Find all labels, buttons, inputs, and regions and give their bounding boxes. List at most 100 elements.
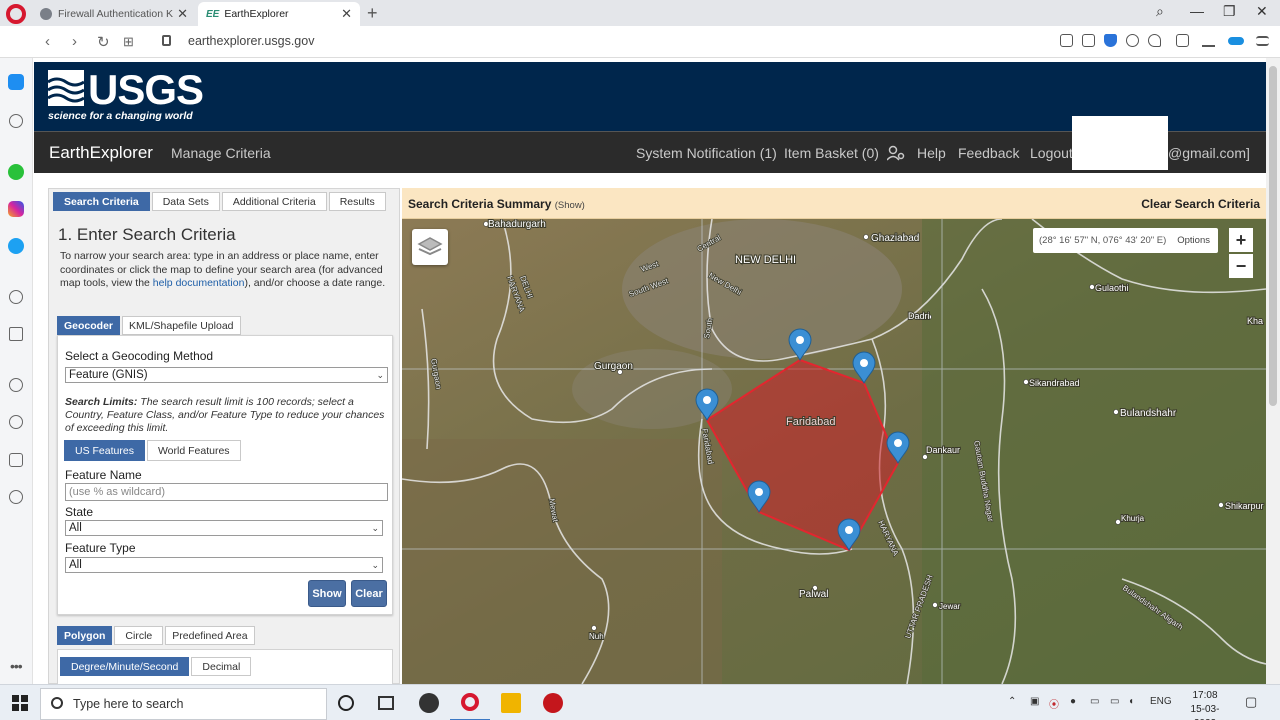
settings-gear-icon[interactable]: [9, 490, 23, 504]
heart-icon[interactable]: [1148, 34, 1161, 47]
battery-saver-icon[interactable]: [1228, 37, 1244, 45]
satellite-map[interactable]: Ghaziabad Bahadurgarh NEW DELHI Gulaothi…: [402, 219, 1266, 684]
tab-predefined-area[interactable]: Predefined Area: [165, 626, 255, 645]
player-icon[interactable]: [9, 290, 23, 304]
forward-icon[interactable]: ›: [72, 33, 77, 50]
app-icon[interactable]: [543, 693, 563, 713]
usgs-logo-text[interactable]: USGS: [88, 66, 204, 114]
edit-icon[interactable]: [1060, 34, 1073, 47]
logout-link[interactable]: Logout: [1030, 145, 1073, 161]
feature-name-input[interactable]: (use % as wildcard): [65, 483, 388, 501]
tab-data-sets[interactable]: Data Sets: [151, 192, 220, 211]
web-page: USGS science for a changing world EarthE…: [34, 58, 1266, 684]
map-canvas[interactable]: Ghaziabad Bahadurgarh NEW DELHI Gulaothi…: [402, 219, 1266, 684]
shield-icon[interactable]: [1104, 34, 1117, 47]
download-icon[interactable]: [1202, 34, 1215, 47]
feedback-link[interactable]: Feedback: [958, 145, 1019, 161]
browser-tab-earthexplorer[interactable]: EE EarthExplorer ✕: [198, 2, 360, 26]
send-icon[interactable]: [1126, 34, 1139, 47]
file-explorer-icon[interactable]: [501, 693, 521, 713]
help-link[interactable]: Help: [917, 145, 946, 161]
whatsapp-icon[interactable]: [8, 164, 24, 180]
close-tab-icon[interactable]: ✕: [177, 6, 188, 22]
zoom-in-button[interactable]: +: [1229, 228, 1253, 252]
show-button[interactable]: Show: [308, 580, 346, 607]
system-notification-link[interactable]: System Notification (1): [636, 145, 777, 161]
close-window-icon[interactable]: ✕: [1256, 3, 1268, 20]
page-scrollbar[interactable]: [1266, 58, 1280, 684]
tab-us-features[interactable]: US Features: [64, 440, 145, 461]
tab-search-criteria[interactable]: Search Criteria: [53, 192, 150, 211]
tab-results[interactable]: Results: [328, 192, 386, 211]
state-select[interactable]: All ⌄: [65, 520, 383, 536]
map-options-button[interactable]: Options: [1177, 235, 1210, 246]
lock-icon[interactable]: [162, 35, 171, 46]
battery-icon[interactable]: ▭: [1110, 696, 1119, 707]
microphone-icon[interactable]: ●: [1070, 696, 1076, 707]
menu-icon[interactable]: [1256, 36, 1269, 46]
star-icon[interactable]: [9, 114, 23, 128]
task-view-icon[interactable]: [378, 696, 394, 710]
history-icon[interactable]: [9, 415, 23, 429]
windows-taskbar: Type here to search ⌃ ▣ ⦿ ● ▭ ▭ ◖ ENG 17…: [0, 684, 1280, 720]
network-icon[interactable]: ▭: [1090, 696, 1099, 707]
back-icon[interactable]: ‹: [45, 33, 50, 50]
chevron-up-icon[interactable]: ⌃: [1008, 696, 1016, 707]
minimize-icon[interactable]: —: [1190, 3, 1204, 19]
notifications-icon[interactable]: ▢: [1245, 694, 1257, 710]
tab-circle[interactable]: Circle: [114, 626, 164, 645]
opera-logo-icon[interactable]: [6, 4, 26, 24]
cortana-icon[interactable]: [338, 695, 354, 711]
tab-decimal[interactable]: Decimal: [191, 657, 252, 676]
geocoding-method-select[interactable]: Feature (GNIS) ⌄: [65, 367, 388, 383]
state-label: State: [65, 505, 94, 519]
summary-show-link[interactable]: (Show): [555, 200, 585, 211]
feature-type-select[interactable]: All ⌄: [65, 557, 383, 573]
scrollbar-thumb[interactable]: [1269, 66, 1277, 406]
tab-degree-minute-second[interactable]: Degree/Minute/Second: [60, 657, 190, 676]
clear-button[interactable]: Clear: [351, 580, 387, 607]
instagram-icon[interactable]: [8, 201, 24, 217]
tray-icon[interactable]: ▣: [1030, 696, 1039, 707]
browser-tab-firewall[interactable]: Firewall Authentication Ke ✕: [32, 2, 196, 26]
tab-kml-shapefile[interactable]: KML/Shapefile Upload: [122, 316, 241, 335]
maximize-icon[interactable]: ❐: [1223, 3, 1236, 20]
url-field[interactable]: earthexplorer.usgs.gov: [188, 34, 314, 48]
tab-world-features[interactable]: World Features: [146, 440, 241, 461]
home-icon[interactable]: [8, 74, 24, 90]
tab-additional-criteria[interactable]: Additional Criteria: [221, 192, 327, 211]
antivirus-icon[interactable]: ⦿: [1049, 696, 1059, 711]
zoom-out-button[interactable]: −: [1229, 254, 1253, 278]
opera-taskbar-icon[interactable]: [450, 685, 490, 720]
more-icon[interactable]: •••: [10, 658, 23, 674]
user-settings-icon[interactable]: [887, 145, 905, 161]
new-tab-icon[interactable]: +: [367, 3, 378, 24]
windows-start-icon[interactable]: [12, 695, 28, 711]
twitter-icon[interactable]: [8, 238, 24, 254]
tab-polygon[interactable]: Polygon: [57, 626, 113, 645]
clock[interactable]: 17:08 15-03-2022: [1180, 689, 1230, 720]
cube-icon[interactable]: [9, 453, 23, 467]
reload-icon[interactable]: ↻: [97, 33, 110, 51]
label-dankaur: Dankaur: [926, 445, 960, 455]
close-tab-icon[interactable]: ✕: [341, 6, 352, 22]
speaker-icon[interactable]: ◖: [1128, 696, 1134, 707]
layers-icon[interactable]: [412, 229, 448, 265]
cube-icon[interactable]: [1176, 34, 1189, 47]
item-basket-link[interactable]: Item Basket (0): [784, 145, 879, 161]
send-icon[interactable]: [9, 327, 23, 341]
app-title[interactable]: EarthExplorer: [49, 143, 153, 163]
manage-criteria-link[interactable]: Manage Criteria: [171, 145, 271, 161]
usgs-wave-logo-icon[interactable]: [48, 70, 84, 106]
taskbar-search-input[interactable]: Type here to search: [40, 688, 327, 720]
language-indicator[interactable]: ENG: [1150, 696, 1172, 707]
clear-search-criteria-link[interactable]: Clear Search Criteria: [1141, 197, 1260, 211]
camera-icon[interactable]: [1082, 34, 1095, 47]
heart-icon[interactable]: [9, 378, 23, 392]
search-tabs-icon[interactable]: ⌕: [1156, 3, 1164, 20]
redacted-email-box: [1072, 116, 1168, 170]
app-icon[interactable]: [419, 693, 439, 713]
help-documentation-link[interactable]: help documentation: [153, 277, 245, 289]
tabs-grid-icon[interactable]: ⊞: [123, 34, 134, 50]
tab-geocoder[interactable]: Geocoder: [57, 316, 121, 335]
